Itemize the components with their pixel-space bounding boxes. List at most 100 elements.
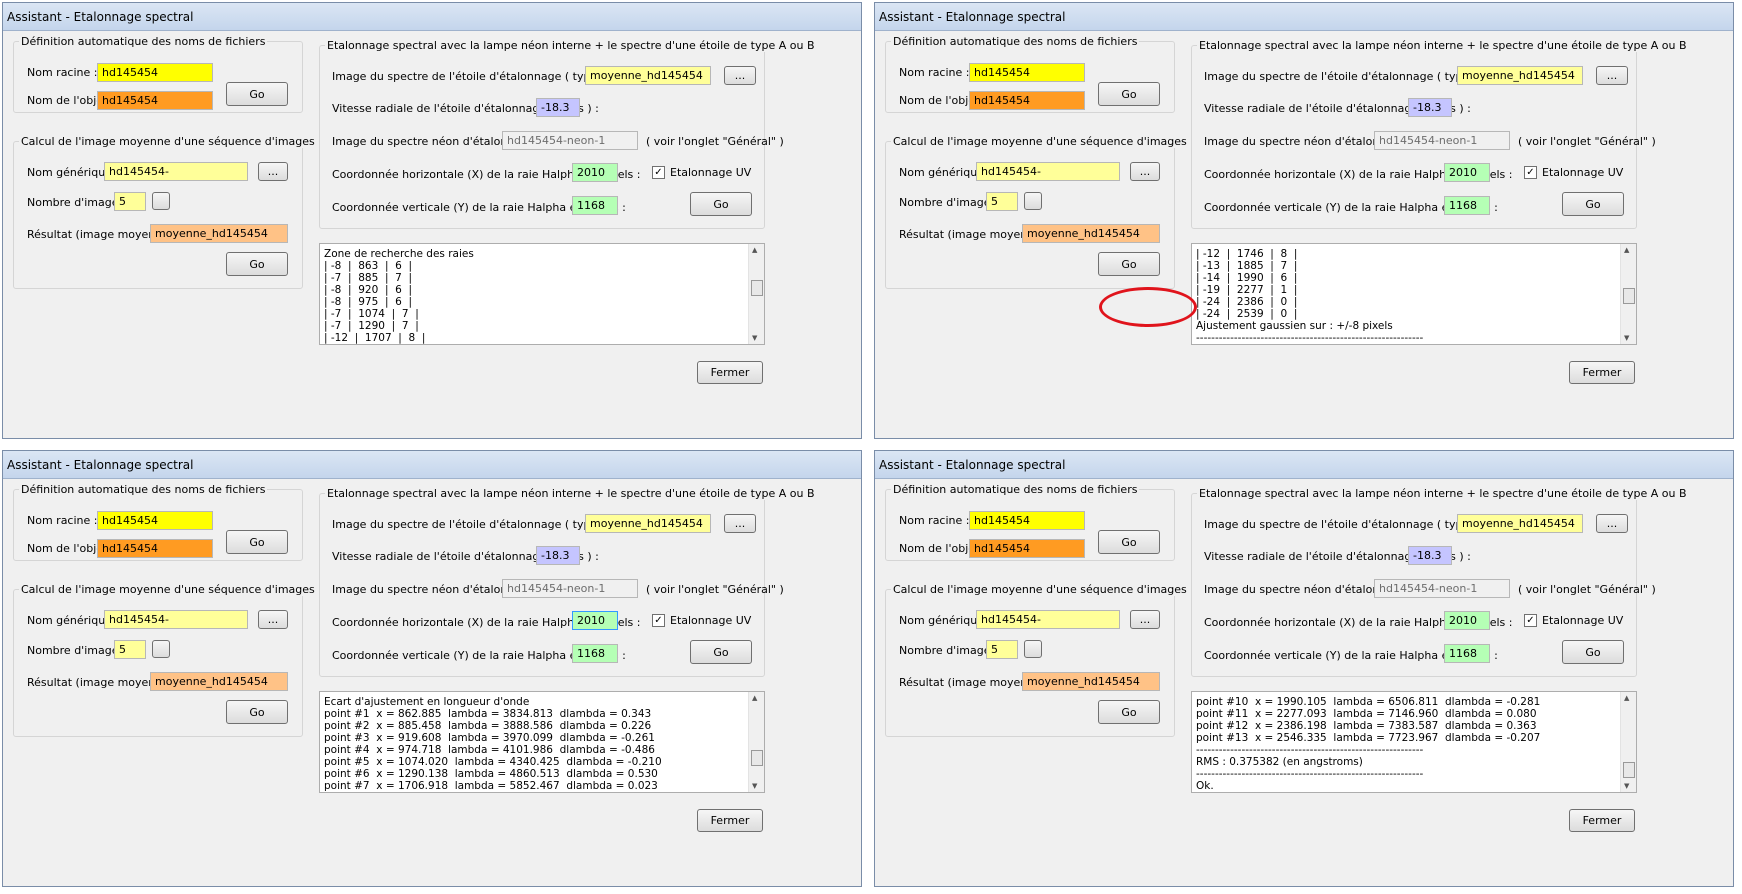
neon-field[interactable]: hd145454-neon-1 bbox=[1374, 579, 1510, 598]
scroll-up-icon[interactable]: ▲ bbox=[1624, 694, 1629, 702]
nombre-images-button[interactable] bbox=[152, 192, 170, 210]
nombre-images-button[interactable] bbox=[152, 640, 170, 658]
image-etoile-browse-button[interactable]: ... bbox=[1596, 514, 1628, 533]
coord-x-field[interactable]: 2010 bbox=[572, 163, 618, 182]
nom-generique-browse-button[interactable]: ... bbox=[258, 162, 288, 181]
neon-field[interactable]: hd145454-neon-1 bbox=[1374, 131, 1510, 150]
log-textbox[interactable]: point #10 x = 1990.105 lambda = 6506.811… bbox=[1191, 691, 1637, 793]
nom-objet-field[interactable]: hd145454 bbox=[969, 91, 1085, 110]
scroll-thumb[interactable] bbox=[1623, 288, 1635, 304]
vitesse-field[interactable]: -18.3 bbox=[1408, 546, 1452, 565]
coord-x-field[interactable]: 2010 bbox=[1444, 611, 1490, 630]
log-scrollbar[interactable]: ▲ ▼ bbox=[748, 244, 764, 344]
log-scrollbar[interactable]: ▲ ▼ bbox=[1620, 692, 1636, 792]
nombre-images-button[interactable] bbox=[1024, 640, 1042, 658]
nom-generique-browse-button[interactable]: ... bbox=[1130, 610, 1160, 629]
coord-y-field[interactable]: 1168 bbox=[1444, 196, 1490, 215]
average-go-button[interactable]: Go bbox=[226, 700, 288, 724]
highlight-circle-annotation bbox=[1099, 287, 1197, 327]
image-etoile-browse-button[interactable]: ... bbox=[1596, 66, 1628, 85]
resultat-field[interactable]: moyenne_hd145454 bbox=[1022, 224, 1160, 243]
nom-generique-field[interactable]: hd145454- bbox=[976, 610, 1120, 629]
scroll-down-icon[interactable]: ▼ bbox=[1624, 334, 1629, 342]
scroll-up-icon[interactable]: ▲ bbox=[1624, 246, 1629, 254]
etalonnage-go-button[interactable]: Go bbox=[1562, 192, 1624, 216]
nom-racine-field[interactable]: hd145454 bbox=[969, 63, 1085, 82]
nombre-images-field[interactable]: 5 bbox=[986, 192, 1018, 211]
nom-racine-field[interactable]: hd145454 bbox=[97, 511, 213, 530]
etalonnage-uv-checkbox[interactable]: ✓ bbox=[1524, 166, 1537, 179]
coord-y-field[interactable]: 1168 bbox=[572, 196, 618, 215]
resultat-field[interactable]: moyenne_hd145454 bbox=[150, 672, 288, 691]
coord-x-field[interactable]: 2010 bbox=[1444, 163, 1490, 182]
image-etoile-field[interactable]: moyenne_hd145454 bbox=[585, 514, 711, 533]
vitesse-field[interactable]: -18.3 bbox=[1408, 98, 1452, 117]
nombre-images-button[interactable] bbox=[1024, 192, 1042, 210]
scroll-down-icon[interactable]: ▼ bbox=[1624, 782, 1629, 790]
naming-go-button[interactable]: Go bbox=[1098, 530, 1160, 554]
etalonnage-go-button[interactable]: Go bbox=[1562, 640, 1624, 664]
log-textbox[interactable]: Ecart d'ajustement en longueur d'onde poi… bbox=[319, 691, 765, 793]
scroll-thumb[interactable] bbox=[751, 280, 763, 296]
title-bar[interactable]: Assistant - Etalonnage spectral bbox=[3, 451, 861, 479]
log-scrollbar[interactable]: ▲ ▼ bbox=[1620, 244, 1636, 344]
scroll-up-icon[interactable]: ▲ bbox=[752, 246, 757, 254]
log-scrollbar[interactable]: ▲ ▼ bbox=[748, 692, 764, 792]
fermer-button[interactable]: Fermer bbox=[1569, 361, 1635, 384]
scroll-thumb[interactable] bbox=[1623, 762, 1635, 778]
title-bar[interactable]: Assistant - Etalonnage spectral bbox=[875, 451, 1733, 479]
vitesse-field[interactable]: -18.3 bbox=[536, 546, 580, 565]
resultat-field[interactable]: moyenne_hd145454 bbox=[1022, 672, 1160, 691]
nombre-images-field[interactable]: 5 bbox=[986, 640, 1018, 659]
scroll-down-icon[interactable]: ▼ bbox=[752, 782, 757, 790]
neon-note: ( voir l'onglet "Général" ) bbox=[1518, 583, 1656, 596]
scroll-down-icon[interactable]: ▼ bbox=[752, 334, 757, 342]
vitesse-field[interactable]: -18.3 bbox=[536, 98, 580, 117]
nom-objet-field[interactable]: hd145454 bbox=[969, 539, 1085, 558]
image-etoile-field[interactable]: moyenne_hd145454 bbox=[1457, 514, 1583, 533]
image-etoile-browse-button[interactable]: ... bbox=[724, 66, 756, 85]
log-textbox[interactable]: | -12 | 1746 | 8 | | -13 | 1885 | 7 | | -1… bbox=[1191, 243, 1637, 345]
fermer-button[interactable]: Fermer bbox=[697, 361, 763, 384]
neon-field[interactable]: hd145454-neon-1 bbox=[502, 579, 638, 598]
etalonnage-uv-checkbox[interactable]: ✓ bbox=[652, 166, 665, 179]
nom-generique-browse-button[interactable]: ... bbox=[258, 610, 288, 629]
etalonnage-go-button[interactable]: Go bbox=[690, 640, 752, 664]
fermer-button[interactable]: Fermer bbox=[697, 809, 763, 832]
nom-generique-field[interactable]: hd145454- bbox=[976, 162, 1120, 181]
etalonnage-uv-checkbox[interactable]: ✓ bbox=[652, 614, 665, 627]
average-go-button[interactable]: Go bbox=[1098, 700, 1160, 724]
average-group: Calcul de l'image moyenne d'une séquence… bbox=[13, 135, 317, 289]
resultat-field[interactable]: moyenne_hd145454 bbox=[150, 224, 288, 243]
nom-objet-field[interactable]: hd145454 bbox=[97, 91, 213, 110]
nom-racine-field[interactable]: hd145454 bbox=[969, 511, 1085, 530]
average-go-button[interactable]: Go bbox=[1098, 252, 1160, 276]
assistant-window-3: Assistant - Etalonnage spectral Définiti… bbox=[2, 450, 862, 887]
image-etoile-browse-button[interactable]: ... bbox=[724, 514, 756, 533]
etalonnage-go-button[interactable]: Go bbox=[690, 192, 752, 216]
fermer-button[interactable]: Fermer bbox=[1569, 809, 1635, 832]
title-bar[interactable]: Assistant - Etalonnage spectral bbox=[3, 3, 861, 31]
naming-go-button[interactable]: Go bbox=[1098, 82, 1160, 106]
coord-y-field[interactable]: 1168 bbox=[572, 644, 618, 663]
image-etoile-field[interactable]: moyenne_hd145454 bbox=[585, 66, 711, 85]
scroll-thumb[interactable] bbox=[751, 750, 763, 766]
neon-field[interactable]: hd145454-neon-1 bbox=[502, 131, 638, 150]
nom-objet-field[interactable]: hd145454 bbox=[97, 539, 213, 558]
nombre-images-field[interactable]: 5 bbox=[114, 640, 146, 659]
nom-generique-browse-button[interactable]: ... bbox=[1130, 162, 1160, 181]
nom-generique-field[interactable]: hd145454- bbox=[104, 162, 248, 181]
coord-x-field[interactable]: 2010 bbox=[572, 611, 618, 630]
nombre-images-field[interactable]: 5 bbox=[114, 192, 146, 211]
naming-go-button[interactable]: Go bbox=[226, 82, 288, 106]
log-textbox[interactable]: Zone de recherche des raies | -8 | 863 | … bbox=[319, 243, 765, 345]
average-go-button[interactable]: Go bbox=[226, 252, 288, 276]
image-etoile-field[interactable]: moyenne_hd145454 bbox=[1457, 66, 1583, 85]
coord-y-field[interactable]: 1168 bbox=[1444, 644, 1490, 663]
nom-racine-field[interactable]: hd145454 bbox=[97, 63, 213, 82]
naming-go-button[interactable]: Go bbox=[226, 530, 288, 554]
etalonnage-uv-checkbox[interactable]: ✓ bbox=[1524, 614, 1537, 627]
title-bar[interactable]: Assistant - Etalonnage spectral bbox=[875, 3, 1733, 31]
nom-generique-field[interactable]: hd145454- bbox=[104, 610, 248, 629]
scroll-up-icon[interactable]: ▲ bbox=[752, 694, 757, 702]
